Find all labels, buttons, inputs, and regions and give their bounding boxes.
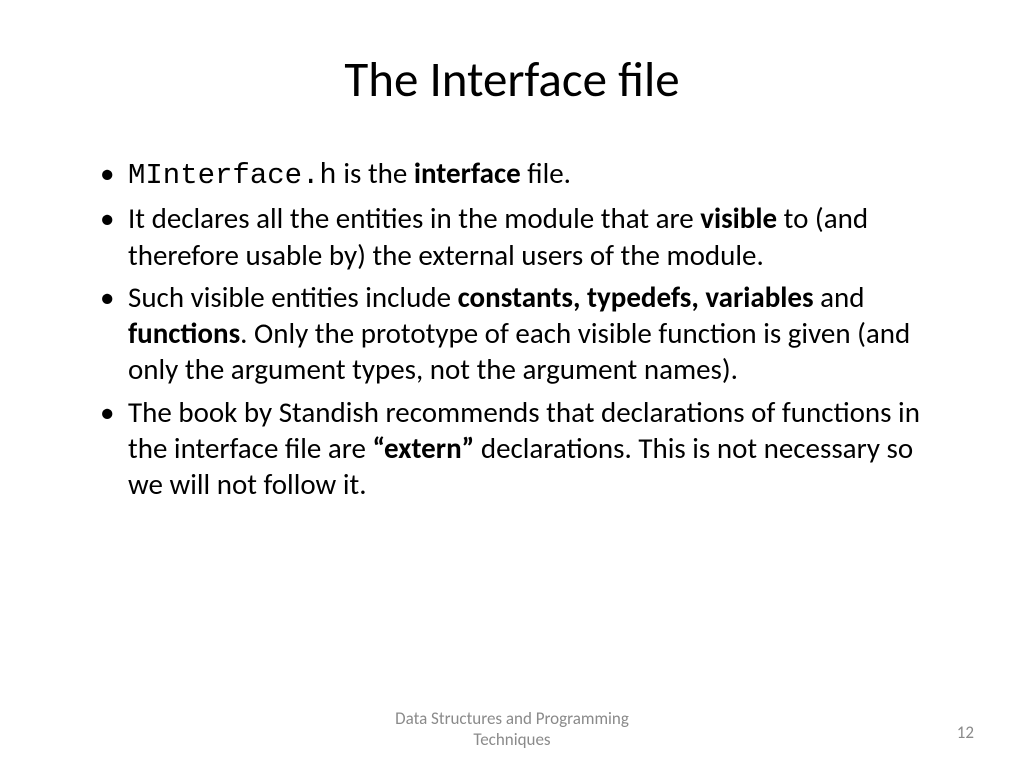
text-fragment: and [814, 279, 865, 315]
bold-text: “extern” [373, 430, 475, 466]
footer-line-2: Techniques [473, 729, 550, 750]
bullet-item-1: MInterface.h is the interface file. [100, 155, 949, 194]
footer-course-name: Data Structures and Programming Techniqu… [395, 709, 629, 750]
footer-line-1: Data Structures and Programming [395, 708, 629, 729]
bullet-item-3: Such visible entities include constants,… [100, 279, 949, 388]
text-fragment: file. [521, 155, 571, 191]
bold-text: functions [128, 315, 240, 351]
page-number: 12 [957, 722, 974, 743]
text-fragment: is the [337, 155, 414, 191]
slide-title: The Interface file [75, 50, 949, 110]
slide: The Interface file MInterface.h is the i… [0, 0, 1024, 768]
bullet-list: MInterface.h is the interface file. It d… [75, 155, 949, 502]
code-filename: MInterface.h [128, 159, 337, 192]
bold-text: visible [700, 200, 777, 236]
bullet-item-2: It declares all the entities in the modu… [100, 200, 949, 273]
text-fragment: . Only the prototype of each visible fun… [128, 315, 910, 387]
bullet-item-4: The book by Standish recommends that dec… [100, 394, 949, 503]
bold-text: interface [414, 155, 521, 191]
bold-text: constants, typedefs, variables [458, 279, 814, 315]
text-fragment: Such visible entities include [128, 279, 458, 315]
text-fragment: It declares all the entities in the modu… [128, 200, 700, 236]
slide-footer: Data Structures and Programming Techniqu… [0, 709, 1024, 750]
